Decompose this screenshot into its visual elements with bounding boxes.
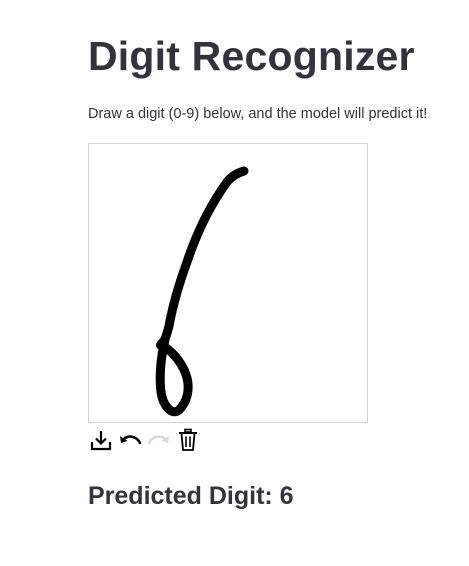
app-page: Digit Recognizer Draw a digit (0-9) belo… — [0, 0, 469, 566]
redo-button[interactable] — [146, 427, 172, 453]
prediction-result: Predicted Digit: 6 — [88, 482, 294, 510]
drawing-canvas[interactable] — [88, 143, 368, 423]
drawn-digit-stroke — [155, 166, 249, 417]
undo-button[interactable] — [117, 427, 143, 453]
instructions-text: Draw a digit (0-9) below, and the model … — [88, 106, 428, 122]
redo-icon — [147, 435, 169, 445]
canvas-toolbar — [88, 427, 204, 453]
download-button[interactable] — [88, 427, 114, 453]
page-title: Digit Recognizer — [88, 33, 415, 79]
undo-icon — [120, 435, 142, 445]
clear-canvas-button[interactable] — [175, 427, 201, 453]
download-icon — [90, 431, 112, 451]
trash-icon — [179, 428, 197, 451]
